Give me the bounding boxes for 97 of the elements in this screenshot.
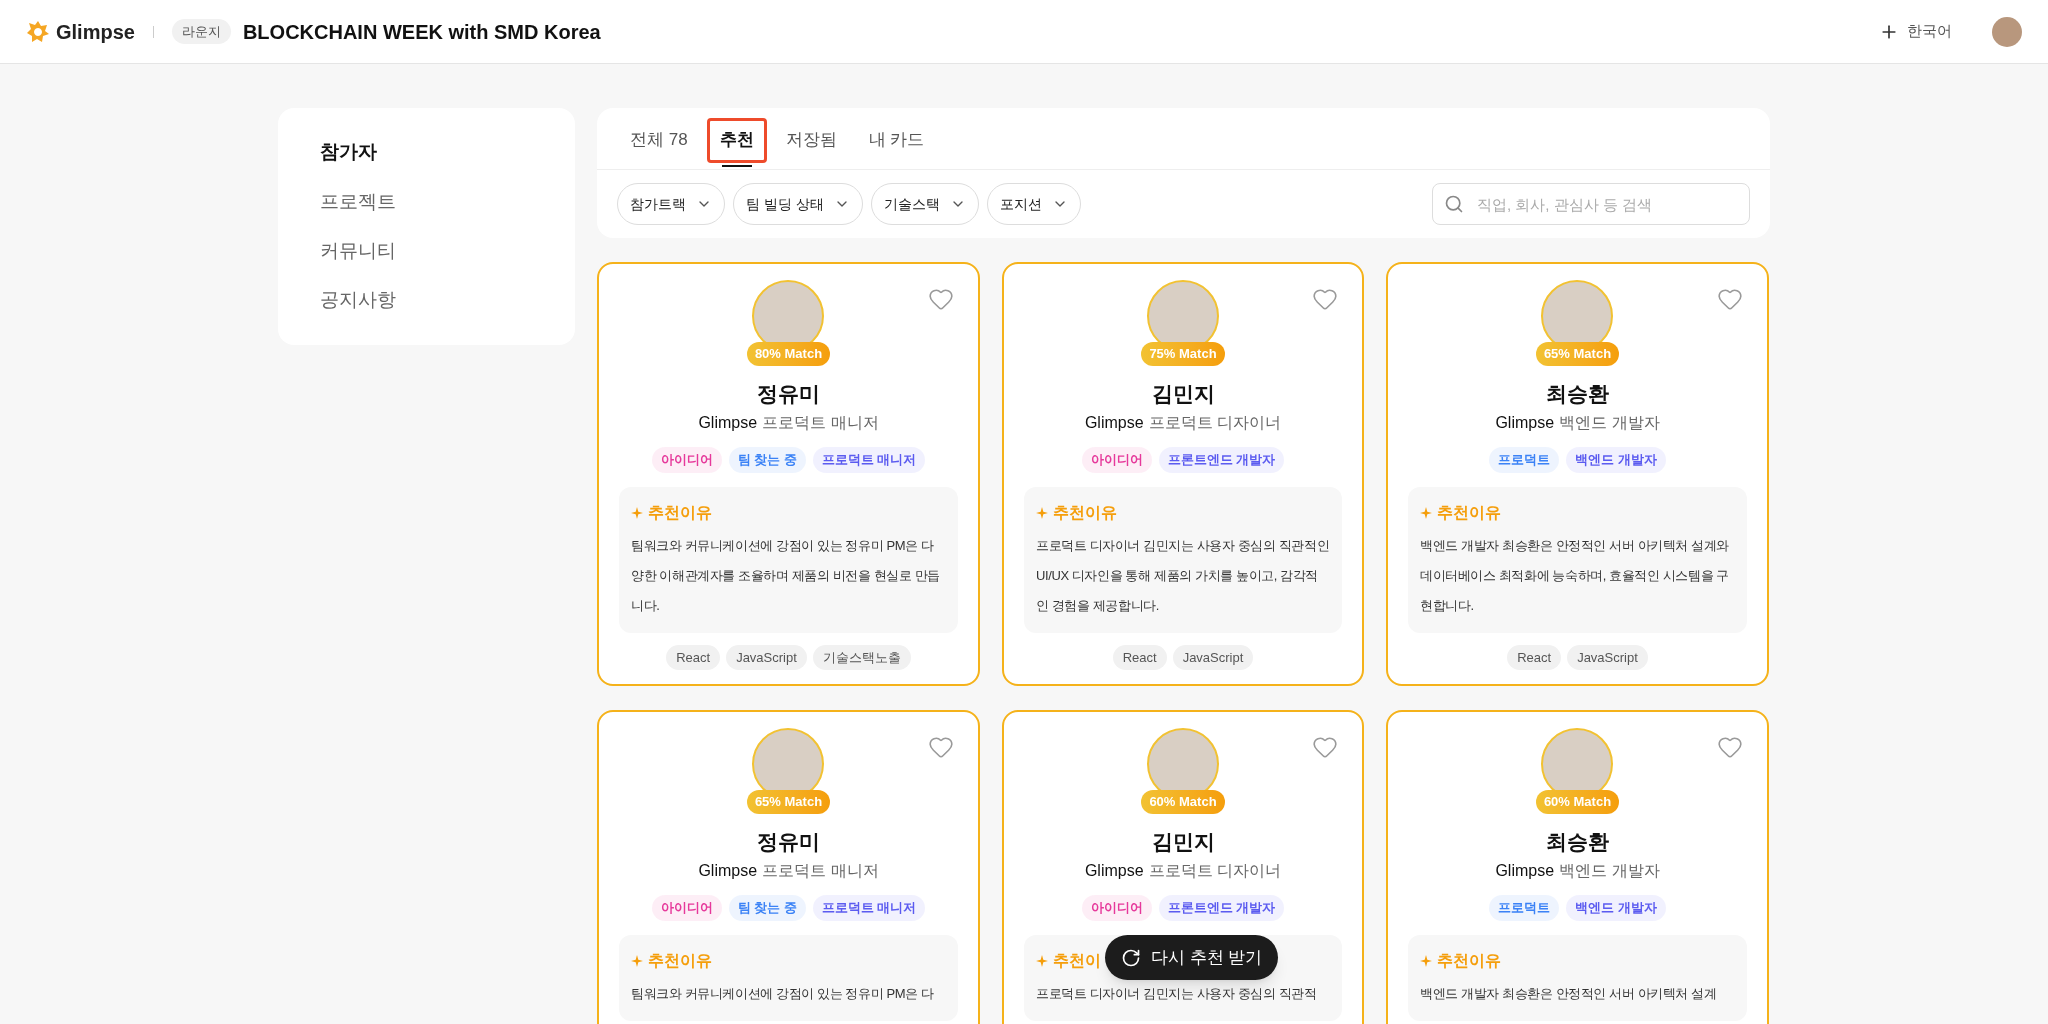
reason-text: 백엔드 개발자 최승환은 안정적인 서버 아키텍처 설계: [1420, 984, 1718, 1003]
match-badge: 60% Match: [1141, 790, 1225, 814]
lounge-badge: 라운지: [171, 18, 231, 45]
company-name: Glimpse: [1495, 413, 1555, 433]
language-button[interactable]: 한국어: [1907, 20, 1952, 43]
sparkle-icon: [1036, 506, 1048, 519]
heart-icon[interactable]: [1717, 286, 1743, 312]
logo-icon: [26, 19, 50, 44]
tag: 프론트엔드 개발자: [1158, 447, 1285, 473]
skill-tag: React: [666, 644, 721, 670]
heart-icon[interactable]: [1717, 734, 1743, 760]
match-badge: 60% Match: [1535, 790, 1620, 814]
reason-text: 프로덕트 디자이너 김민지는 사용자 중심의 직관적: [1036, 984, 1318, 1003]
reason-text: 팀워크와 커뮤니케이션에 강점이 있는 정유미 PM은 다: [631, 984, 935, 1003]
company-name: Glimpse: [698, 861, 758, 881]
search-icon: [1444, 194, 1464, 214]
filter-dropdown[interactable]: 기술스택: [870, 183, 979, 225]
skill-tag: 기술스택노출: [812, 644, 911, 670]
company-name: Glimpse: [1084, 413, 1144, 433]
tag: 백엔드 개발자: [1566, 447, 1666, 473]
skill-tag: JavaScript: [1567, 644, 1648, 670]
heart-icon[interactable]: [928, 734, 954, 760]
job-title: 프로덕트 매니저: [762, 413, 879, 433]
tag: 아이디어: [651, 447, 722, 473]
person-name: 정유미: [757, 380, 820, 407]
tag: 프론트엔드 개발자: [1158, 895, 1285, 921]
tab[interactable]: 추천: [706, 117, 767, 163]
heart-icon[interactable]: [1312, 734, 1338, 760]
job-title: 프로덕트 디자이너: [1148, 861, 1282, 881]
filter-dropdown[interactable]: 포지션: [986, 183, 1081, 225]
sparkle-icon: [1036, 954, 1048, 967]
company-name: Glimpse: [1495, 861, 1555, 881]
skill-tag: JavaScript: [1172, 644, 1254, 670]
reason-title: 추천이유: [648, 502, 712, 523]
person-name: 김민지: [1151, 380, 1215, 407]
sidebar-item[interactable]: 공지사항: [320, 275, 533, 325]
sparkle-icon: [631, 506, 643, 519]
active-tab-underline: [721, 165, 752, 167]
profile-card[interactable]: 75% Match 김민지 Glimpse 프로덕트 디자이너 아이디어 프론트엔드 개발자 추천이유 프로덕트 디자이너 김민지는 사용자 중심의 직관적인 UI/UX 디자인을 통해 제품의 가치를 높이고, 감각적인 경험을 제공합니다. React JavaScript: [1002, 262, 1364, 686]
person-name: 최승환: [1546, 828, 1609, 855]
brand-name[interactable]: Glimpse: [56, 16, 135, 47]
skill-tag: React: [1112, 644, 1167, 670]
sparkle-icon: [631, 954, 643, 967]
skill-tag: JavaScript: [726, 644, 807, 670]
sidebar-item[interactable]: 프로젝트: [320, 177, 533, 227]
search-field[interactable]: 직업, 회사, 관심사 등 검색: [1432, 183, 1750, 225]
tag: 아이디어: [651, 895, 722, 921]
match-badge: 75% Match: [1141, 342, 1225, 366]
refresh-recommendation-button[interactable]: 다시 추천 받기: [1105, 935, 1279, 980]
tag: 아이디어: [1081, 447, 1152, 473]
profile-card[interactable]: 65% Match 최승환 Glimpse 백엔드 개발자 프로덕트 백엔드 개발자 추천이유 백엔드 개발자 최승환은 안정적인 서버 아키텍처 설계와 데이터베이스 최적화에 능숙하며, 효율적인 시스템을 구현합니다. React JavaScript: [1386, 262, 1769, 686]
event-title: BLOCKCHAIN WEEK with SMD Korea: [242, 19, 601, 45]
tag: 프로덕트: [1489, 895, 1560, 921]
tag: 백엔드 개발자: [1566, 895, 1666, 921]
company-name: Glimpse: [1084, 861, 1144, 881]
reason-text: 백엔드 개발자 최승환은 안정적인 서버 아키텍처 설계와 데이터베이스 최적화에 능숙하며, 효율적인 시스템을 구현합니다.: [1420, 536, 1731, 615]
tab[interactable]: 내 카드: [855, 117, 938, 163]
filter-dropdown[interactable]: 참가트랙: [617, 183, 725, 225]
tag: 아이디어: [1081, 895, 1152, 921]
profile-card[interactable]: 60% Match 최승환 Glimpse 백엔드 개발자 프로덕트 백엔드 개발자 추천이유 백엔드 개발자 최승환은 안정적인 서버 아키텍처 설계: [1386, 710, 1769, 1024]
match-badge: 65% Match: [1535, 342, 1620, 366]
job-title: 프로덕트 디자이너: [1148, 413, 1282, 433]
tag: 팀 찾는 중: [728, 447, 806, 473]
sparkle-icon: [1420, 506, 1432, 519]
reason-title: 추천이유: [1437, 502, 1501, 523]
refresh-icon: [1121, 947, 1141, 968]
reason-text: 팀워크와 커뮤니케이션에 강점이 있는 정유미 PM은 다양한 이해관계자를 조율하며 제품의 비전을 현실로 만듭니다.: [631, 536, 942, 615]
person-name: 정유미: [757, 828, 820, 855]
job-title: 백엔드 개발자: [1559, 861, 1660, 881]
match-badge: 65% Match: [746, 790, 831, 814]
sparkle-icon: [1420, 954, 1432, 967]
reason-title: 추천이유: [1437, 950, 1501, 971]
profile-card[interactable]: 80% Match 정유미 Glimpse 프로덕트 매니저 아이디어 팀 찾는 중 프로덕트 매니저 추천이유 팀워크와 커뮤니케이션에 강점이 있는 정유미 PM은 다양한 이해관계자를 조율하며 제품의 비전을 현실로 만듭니다. React JavaScript 기술스택노출: [597, 262, 980, 686]
tag: 프로덕트: [1489, 447, 1560, 473]
reason-title: 추천이유: [648, 950, 712, 971]
match-badge: 80% Match: [746, 342, 831, 366]
job-title: 프로덕트 매니저: [762, 861, 879, 881]
filter-dropdown[interactable]: 팀 빌딩 상태: [733, 183, 863, 225]
person-name: 김민지: [1151, 828, 1215, 855]
profile-card[interactable]: 65% Match 정유미 Glimpse 프로덕트 매니저 아이디어 팀 찾는 중 프로덕트 매니저 추천이유 팀워크와 커뮤니케이션에 강점이 있는 정유미 PM은 다: [597, 710, 980, 1024]
heart-icon[interactable]: [928, 286, 954, 312]
reason-title: 추천이: [1053, 950, 1101, 971]
job-title: 백엔드 개발자: [1559, 413, 1660, 433]
company-name: Glimpse: [698, 413, 758, 433]
tag: 프로덕트 매니저: [812, 895, 926, 921]
tag: 팀 찾는 중: [728, 895, 806, 921]
tab[interactable]: 저장됨: [772, 117, 850, 163]
user-avatar[interactable]: [1992, 16, 2022, 47]
sidebar-item[interactable]: 참가자: [320, 128, 533, 178]
reason-title: 추천이유: [1053, 502, 1117, 523]
tag: 프로덕트 매니저: [812, 447, 926, 473]
tab[interactable]: 전체 78: [617, 117, 701, 163]
person-name: 최승환: [1546, 380, 1609, 407]
sidebar-item[interactable]: 커뮤니티: [320, 226, 533, 276]
skill-tag: React: [1507, 644, 1562, 670]
reason-text: 프로덕트 디자이너 김민지는 사용자 중심의 직관적인 UI/UX 디자인을 통해 제품의 가치를 높이고, 감각적인 경험을 제공합니다.: [1036, 536, 1330, 615]
heart-icon[interactable]: [1312, 286, 1338, 312]
